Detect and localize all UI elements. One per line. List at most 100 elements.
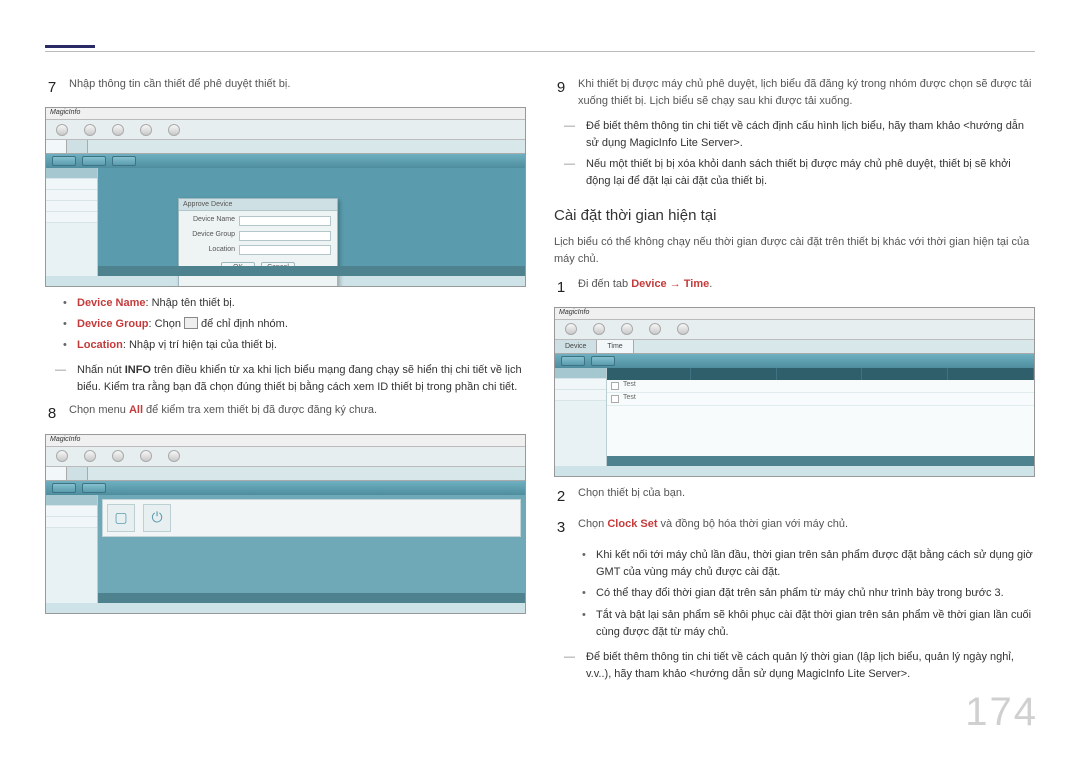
- tab-device[interactable]: Device: [555, 340, 597, 353]
- nav-icon[interactable]: [649, 323, 661, 335]
- device-tile[interactable]: ⏻: [143, 504, 171, 532]
- sidebar-item[interactable]: [46, 212, 97, 223]
- screenshot-approval-dialog: MagicInfo: [45, 107, 526, 287]
- dialog-row-location: Location: [185, 245, 331, 256]
- nav-icon[interactable]: [56, 124, 68, 136]
- screenshot-device-grid: MagicInfo: [45, 434, 526, 614]
- page-number: 174: [965, 681, 1038, 743]
- location-input[interactable]: [239, 245, 331, 255]
- device-tile[interactable]: ▢: [107, 504, 135, 532]
- bullet-icon: •: [582, 585, 588, 602]
- toolbar-button[interactable]: [52, 483, 76, 493]
- term: Location: [77, 339, 123, 351]
- sidebar-item[interactable]: [46, 190, 97, 201]
- note-list: ― Để biết thêm thông tin chi tiết về các…: [554, 118, 1035, 190]
- tab[interactable]: [46, 140, 67, 153]
- device-time-list: Test Test: [607, 368, 1034, 466]
- step-number: 8: [45, 402, 59, 425]
- sidebar: [46, 168, 98, 276]
- step-text: Nhập thông tin cần thiết để phê duyệt th…: [69, 76, 526, 99]
- screenshot-time-list: MagicInfo Device Time: [554, 307, 1035, 477]
- step-9: 9 Khi thiết bị được máy chủ phê duyệt, l…: [554, 76, 1035, 110]
- sidebar-item[interactable]: [46, 201, 97, 212]
- device-group-input[interactable]: [239, 231, 331, 241]
- step-number: 2: [554, 485, 568, 508]
- bullet-icon: •: [582, 607, 588, 641]
- step-text: Chọn menu All để kiểm tra xem thiết bị đ…: [69, 402, 526, 425]
- list-row[interactable]: Test: [607, 380, 1034, 393]
- bullet-text: Khi kết nối tới máy chủ lần đầu, thời gi…: [596, 547, 1035, 581]
- sidebar-item[interactable]: [555, 368, 606, 379]
- note: ― Để biết thêm thông tin chi tiết về các…: [564, 118, 1035, 152]
- toolbar-button[interactable]: [591, 356, 615, 366]
- nav-icon[interactable]: [168, 450, 180, 462]
- step-3: 3 Chọn Clock Set và đồng bộ hóa thời gia…: [554, 516, 1035, 539]
- nav-icon[interactable]: [112, 124, 124, 136]
- nav-icon[interactable]: [593, 323, 605, 335]
- bullet-icon: •: [63, 316, 69, 333]
- list-row[interactable]: Test: [607, 393, 1034, 406]
- toolbar-button[interactable]: [561, 356, 585, 366]
- keyword-clock-set: Clock Set: [607, 518, 657, 530]
- left-column: 7 Nhập thông tin cần thiết để phê duyệt …: [45, 70, 526, 687]
- term: Device Name: [77, 297, 146, 309]
- step-1: 1 Đi đến tab Device → Time.: [554, 276, 1035, 299]
- nav-icon[interactable]: [677, 323, 689, 335]
- nav-icon[interactable]: [112, 450, 124, 462]
- device-name-input[interactable]: [239, 216, 331, 226]
- tab[interactable]: [67, 140, 88, 153]
- browse-group-icon[interactable]: [184, 317, 198, 329]
- keyword-info: INFO: [125, 364, 151, 376]
- toolbar-icons: [46, 447, 525, 467]
- sidebar-item[interactable]: [46, 179, 97, 190]
- note: ― Để biết thêm thông tin chi tiết về các…: [564, 649, 1035, 683]
- dialog-row-device-name: Device Name: [185, 215, 331, 226]
- toolbar-button[interactable]: [82, 156, 106, 166]
- sub-bullet: • Có thể thay đổi thời gian đặt trên sản…: [582, 585, 1035, 602]
- field-description-list: • Device Name: Nhập tên thiết bị. • Devi…: [63, 295, 526, 354]
- field-label: Device Name: [185, 215, 235, 226]
- tab-time[interactable]: Time: [597, 340, 633, 353]
- manual-page: 7 Nhập thông tin cần thiết để phê duyệt …: [0, 0, 1080, 763]
- bullet-icon: •: [63, 295, 69, 312]
- note-text: Nếu một thiết bị bị xóa khỏi danh sách t…: [586, 156, 1035, 190]
- nav-icon[interactable]: [621, 323, 633, 335]
- sidebar: [46, 495, 98, 603]
- nav-icon[interactable]: [56, 450, 68, 462]
- tab[interactable]: [67, 467, 88, 480]
- tab[interactable]: [46, 467, 67, 480]
- nav-icon[interactable]: [565, 323, 577, 335]
- window-titlebar: MagicInfo: [46, 108, 525, 120]
- row-checkbox[interactable]: [611, 395, 619, 403]
- row-checkbox[interactable]: [611, 382, 619, 390]
- sidebar-item[interactable]: [46, 168, 97, 179]
- sidebar-item[interactable]: [46, 517, 97, 528]
- section-intro: Lịch biểu có thể không chạy nếu thời gia…: [554, 234, 1035, 268]
- keyword-all: All: [129, 404, 143, 416]
- nav-icon[interactable]: [168, 124, 180, 136]
- app-body: Test Test: [555, 368, 1034, 466]
- row-label: Test: [623, 380, 636, 391]
- step-text: Chọn thiết bị của bạn.: [578, 485, 1035, 508]
- dash-icon: ―: [564, 649, 578, 683]
- toolbar-button[interactable]: [52, 156, 76, 166]
- sub-bullet: • Tắt và bật lại sản phẩm sẽ khôi phục c…: [582, 607, 1035, 641]
- sidebar-item[interactable]: [555, 390, 606, 401]
- section-heading: Cài đặt thời gian hiện tại: [554, 204, 1035, 227]
- step-7: 7 Nhập thông tin cần thiết để phê duyệt …: [45, 76, 526, 99]
- sidebar-item[interactable]: [46, 506, 97, 517]
- nav-icon[interactable]: [140, 450, 152, 462]
- toolbar-button[interactable]: [82, 483, 106, 493]
- sidebar-item[interactable]: [46, 495, 97, 506]
- nav-icon[interactable]: [140, 124, 152, 136]
- nav-icon[interactable]: [84, 450, 96, 462]
- device-grid: ▢ ⏻: [102, 499, 521, 537]
- nav-icon[interactable]: [84, 124, 96, 136]
- tab-row: Device Time: [555, 340, 1034, 354]
- step-2: 2 Chọn thiết bị của bạn.: [554, 485, 1035, 508]
- note-list: ― Nhấn nút INFO trên điều khiển từ xa kh…: [45, 362, 526, 396]
- toolbar-button[interactable]: [112, 156, 136, 166]
- sidebar: [555, 368, 607, 466]
- field-label: Device Group: [185, 230, 235, 241]
- sidebar-item[interactable]: [555, 379, 606, 390]
